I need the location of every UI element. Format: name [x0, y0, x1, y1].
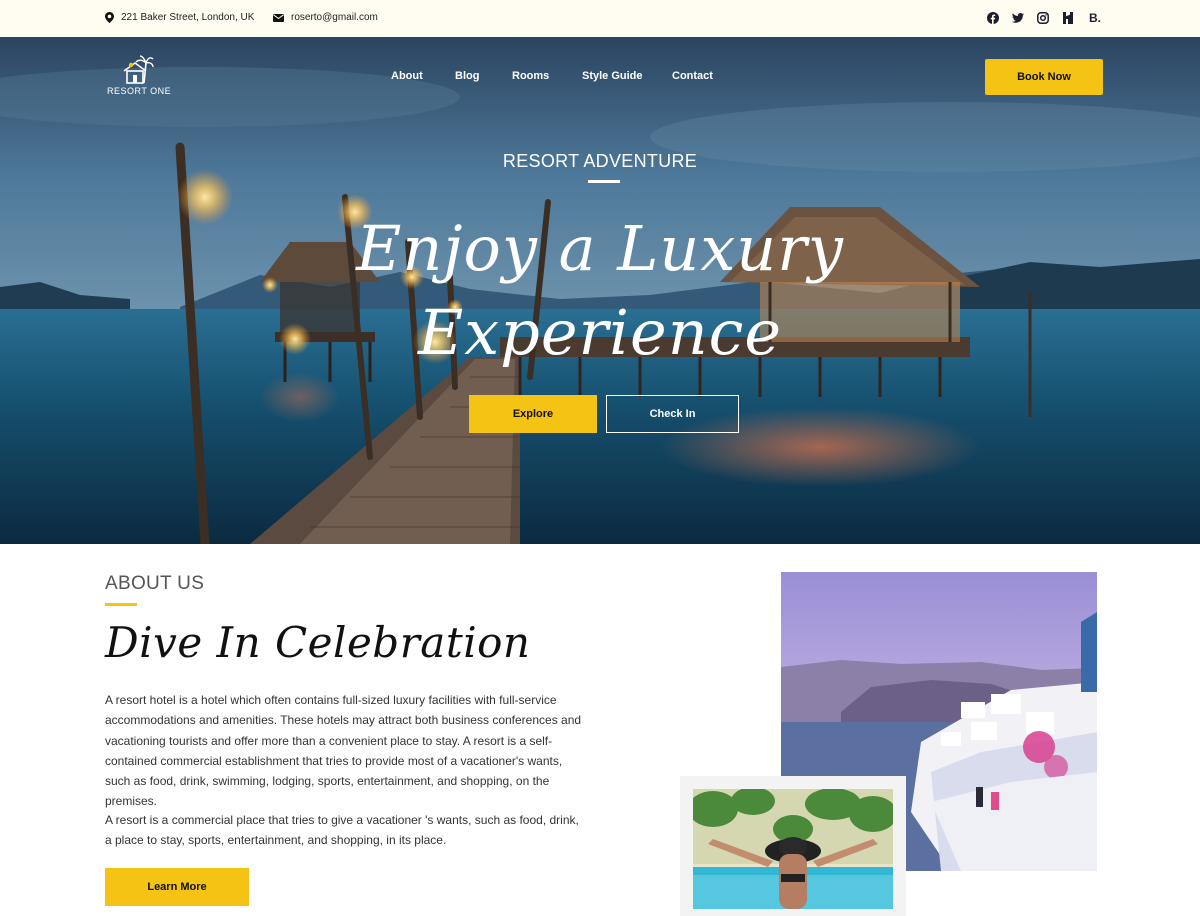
- email-text[interactable]: roserto@gmail.com: [291, 12, 378, 23]
- nav-item-blog[interactable]: Blog: [455, 70, 479, 82]
- address-text: 221 Baker Street, London, UK: [121, 12, 255, 23]
- pool-woman-image: [693, 789, 893, 909]
- about-section-label: ABOUT US: [105, 573, 205, 594]
- learn-more-button[interactable]: Learn More: [105, 868, 249, 906]
- location-pin-icon: [105, 12, 114, 23]
- facebook-icon[interactable]: [986, 11, 1000, 25]
- behance-icon[interactable]: B.: [1086, 11, 1104, 25]
- top-info-bar: 221 Baker Street, London, UK roserto@gma…: [0, 0, 1200, 37]
- envelope-icon: [273, 13, 284, 22]
- hero-title-line-1: Enjoy a Luxury: [356, 212, 844, 285]
- logo-text: RESORT ONE: [107, 86, 172, 96]
- social-links: B.: [986, 11, 1104, 25]
- nav-item-rooms[interactable]: Rooms: [512, 70, 549, 82]
- houzz-icon[interactable]: [1061, 11, 1075, 25]
- check-in-button[interactable]: Check In: [606, 395, 739, 433]
- about-paragraph-1: A resort hotel is a hotel which often co…: [105, 693, 582, 809]
- nav-item-style-guide[interactable]: Style Guide: [582, 70, 643, 82]
- explore-button[interactable]: Explore: [469, 395, 597, 433]
- hero-section: RESORT ONE About Blog Rooms Style Guide …: [0, 37, 1200, 544]
- hero-divider: [588, 180, 620, 183]
- palm-house-icon: [123, 55, 154, 84]
- book-now-button[interactable]: Book Now: [985, 59, 1103, 95]
- email-info[interactable]: roserto@gmail.com: [273, 12, 378, 23]
- address-info: 221 Baker Street, London, UK: [105, 12, 254, 23]
- hero-subtitle: RESORT ADVENTURE: [502, 151, 698, 171]
- about-paragraph-2: A resort is a commercial place that trie…: [105, 813, 579, 848]
- about-title: Dive In Celebration: [105, 618, 531, 667]
- nav-item-about[interactable]: About: [391, 70, 423, 82]
- instagram-icon[interactable]: [1036, 11, 1050, 25]
- resort-logo[interactable]: RESORT ONE: [107, 55, 172, 96]
- about-divider: [105, 603, 137, 606]
- twitter-icon[interactable]: [1011, 11, 1025, 25]
- hero-title: Enjoy a Luxury Experience: [0, 207, 1200, 375]
- nav-item-contact[interactable]: Contact: [672, 70, 713, 82]
- hero-title-line-2: Experience: [417, 296, 783, 369]
